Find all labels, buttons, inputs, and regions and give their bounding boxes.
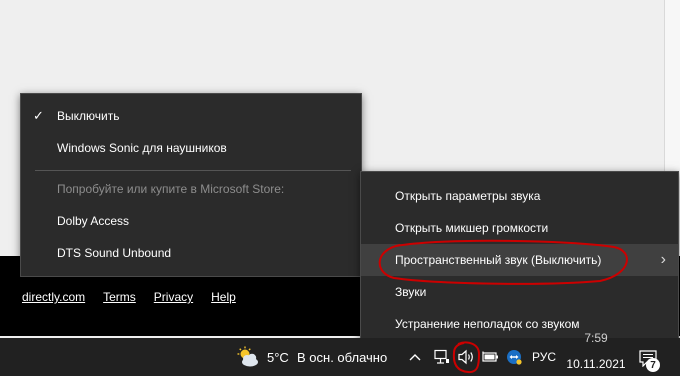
chevron-up-icon[interactable] (406, 338, 424, 376)
teamviewer-icon[interactable] (504, 338, 524, 376)
menu-item-label: Открыть параметры звука (395, 189, 541, 203)
annotation-ellipse-menu-item (378, 239, 628, 285)
notification-badge: 7 (646, 358, 660, 372)
weather-temperature[interactable]: 5°C (267, 338, 289, 376)
battery-icon[interactable] (480, 338, 500, 376)
network-icon[interactable] (432, 338, 452, 376)
chevron-right-icon: › (660, 251, 666, 268)
menu-item-label: Устранение неполадок со звуком (395, 317, 580, 331)
menu-item-dolby-access[interactable]: Dolby Access (21, 205, 361, 237)
weather-icon[interactable] (236, 345, 260, 369)
footer-link-terms[interactable]: Terms (103, 290, 136, 304)
clock-date[interactable]: 10.11.2021 (566, 355, 626, 373)
footer-links: directly.com Terms Privacy Help (22, 290, 236, 304)
menu-item-label: Dolby Access (57, 214, 130, 228)
menu-item-label: DTS Sound Unbound (57, 246, 172, 260)
spatial-sound-submenu: ✓ Выключить Windows Sonic для наушников … (20, 93, 362, 277)
footer-link-help[interactable]: Help (211, 290, 236, 304)
store-hint: Попробуйте или купите в Microsoft Store: (21, 173, 361, 205)
taskbar: 5°C В осн. облачно РУС 7:59 10.11.2021 7 (0, 331, 680, 376)
menu-item-open-sound-settings[interactable]: Открыть параметры звука (361, 180, 678, 212)
menu-item-disable[interactable]: ✓ Выключить (21, 100, 361, 132)
menu-item-label: Выключить (57, 109, 120, 123)
menu-separator (35, 170, 351, 171)
clock-time[interactable]: 7:59 (570, 331, 622, 345)
menu-item-troubleshoot-sound[interactable]: Устранение неполадок со звуком (361, 308, 678, 340)
menu-item-label: Windows Sonic для наушников (57, 141, 227, 155)
store-hint-label: Попробуйте или купите в Microsoft Store: (57, 182, 285, 196)
menu-item-label: Открыть микшер громкости (395, 221, 549, 235)
menu-item-label: Звуки (395, 285, 427, 299)
annotation-ellipse-speaker (452, 341, 481, 374)
language-indicator[interactable]: РУС (532, 338, 556, 376)
checkmark-icon: ✓ (33, 108, 44, 123)
menu-item-windows-sonic[interactable]: Windows Sonic для наушников (21, 132, 361, 164)
menu-item-dts-sound[interactable]: DTS Sound Unbound (21, 237, 361, 269)
weather-description[interactable]: В осн. облачно (297, 338, 387, 376)
footer-link-directly[interactable]: directly.com (22, 290, 85, 304)
footer-link-privacy[interactable]: Privacy (154, 290, 193, 304)
